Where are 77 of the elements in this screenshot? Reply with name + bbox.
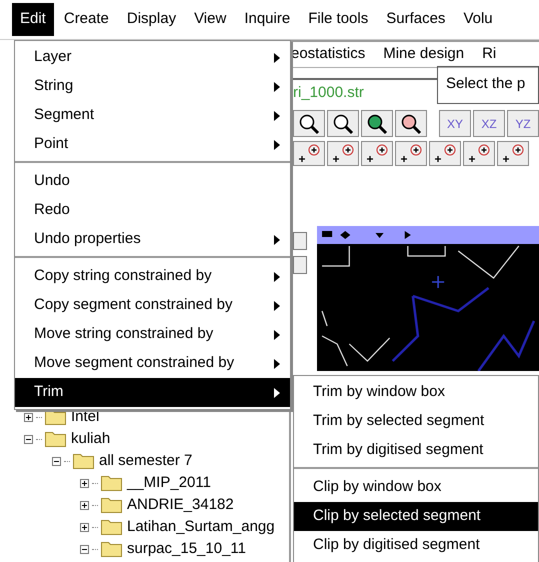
expand-icon[interactable] — [80, 500, 89, 510]
tool-button[interactable] — [497, 141, 529, 166]
menu-item[interactable]: Trim — [15, 378, 290, 407]
tree-item[interactable]: all semester 7 — [99, 450, 192, 472]
tree-item[interactable]: kuliah — [71, 428, 110, 450]
menu-item[interactable]: Undo — [15, 167, 290, 196]
add-point-icon — [330, 144, 356, 164]
menu-title[interactable]: Mine design — [383, 43, 464, 66]
zoom-button[interactable] — [361, 110, 393, 137]
menu-item[interactable]: Clip by selected segment — [294, 502, 538, 531]
menu-item[interactable]: String — [15, 72, 290, 101]
menu-item[interactable]: Layer — [15, 43, 290, 72]
view-button[interactable]: XZ — [473, 110, 505, 137]
menu-item[interactable]: Redo — [15, 196, 290, 225]
view-button[interactable]: XY — [439, 110, 471, 137]
magnifier-icon — [298, 112, 320, 134]
menu-title[interactable]: Ri — [482, 43, 496, 66]
menu-item[interactable]: Trim by window box — [294, 378, 538, 407]
tree-item[interactable]: __MIP_2011 — [127, 472, 211, 494]
menu-title[interactable]: Edit — [12, 3, 54, 36]
viewport-drawing[interactable] — [317, 226, 539, 371]
menu-title[interactable]: Volu — [455, 3, 501, 36]
expand-icon[interactable] — [24, 412, 33, 422]
zoom-button[interactable] — [293, 110, 325, 137]
add-point-icon — [466, 144, 492, 164]
folder-icon — [101, 498, 122, 512]
menu-title[interactable]: Inquire — [236, 3, 298, 36]
add-point-icon — [432, 144, 458, 164]
magnifier-icon — [366, 112, 388, 134]
scroll-down-button[interactable] — [293, 232, 307, 250]
menu-item[interactable]: Clip by window box — [294, 473, 538, 502]
menu-title[interactable]: Display — [118, 3, 184, 36]
tool-button[interactable] — [395, 141, 427, 166]
folder-icon — [73, 454, 94, 468]
menu-item[interactable]: Segment — [15, 101, 290, 130]
tree-item[interactable]: Latihan_Surtam_angg — [127, 516, 275, 538]
tool-button[interactable] — [463, 141, 495, 166]
folder-icon — [101, 520, 122, 534]
add-point-icon — [296, 144, 322, 164]
add-point-icon — [364, 144, 390, 164]
folder-icon — [101, 476, 122, 490]
tree-item[interactable]: surpac_15_10_11 — [127, 538, 246, 560]
zoom-button[interactable] — [327, 110, 359, 137]
add-point-icon — [500, 144, 526, 164]
menu-item[interactable]: Trim by digitised segment — [294, 436, 538, 465]
tool-button[interactable] — [429, 141, 461, 166]
menu-title[interactable]: eostatistics — [291, 43, 366, 66]
menu-item[interactable]: Move string constrained by — [15, 320, 290, 349]
menu-item[interactable]: Clip by digitised segment — [294, 531, 538, 560]
expand-icon[interactable] — [80, 478, 89, 488]
menu-title[interactable]: Create — [56, 3, 117, 36]
tree-item[interactable]: ANDRIE_34182 — [127, 494, 234, 516]
tool-button[interactable] — [327, 141, 359, 166]
folder-icon — [101, 542, 122, 556]
menu-title[interactable]: Surfaces — [378, 3, 454, 36]
menu-title[interactable]: View — [186, 3, 234, 36]
magnifier-icon — [400, 112, 422, 134]
collapse-icon[interactable] — [80, 544, 89, 554]
tool-button[interactable] — [293, 141, 325, 166]
menu-item[interactable]: Trim by selected segment — [294, 407, 538, 436]
magnifier-icon — [332, 112, 354, 134]
add-point-icon — [398, 144, 424, 164]
prompt-text: Select the p — [437, 66, 539, 104]
folder-icon — [45, 432, 66, 446]
collapse-icon[interactable] — [24, 434, 33, 444]
expand-icon[interactable] — [80, 522, 89, 532]
tool-button[interactable] — [361, 141, 393, 166]
menu-item[interactable]: Copy segment constrained by — [15, 291, 290, 320]
menu-title[interactable]: File tools — [300, 3, 376, 36]
zoom-button[interactable] — [395, 110, 427, 137]
menu-item[interactable]: Copy string constrained by — [15, 262, 290, 291]
menu-item[interactable]: Point — [15, 130, 290, 159]
scroll-up-button[interactable] — [293, 256, 307, 274]
view-button[interactable]: YZ — [507, 110, 539, 137]
collapse-icon[interactable] — [52, 456, 61, 466]
menu-item[interactable]: Undo properties — [15, 225, 290, 254]
menu-item[interactable]: Move segment constrained by — [15, 349, 290, 378]
